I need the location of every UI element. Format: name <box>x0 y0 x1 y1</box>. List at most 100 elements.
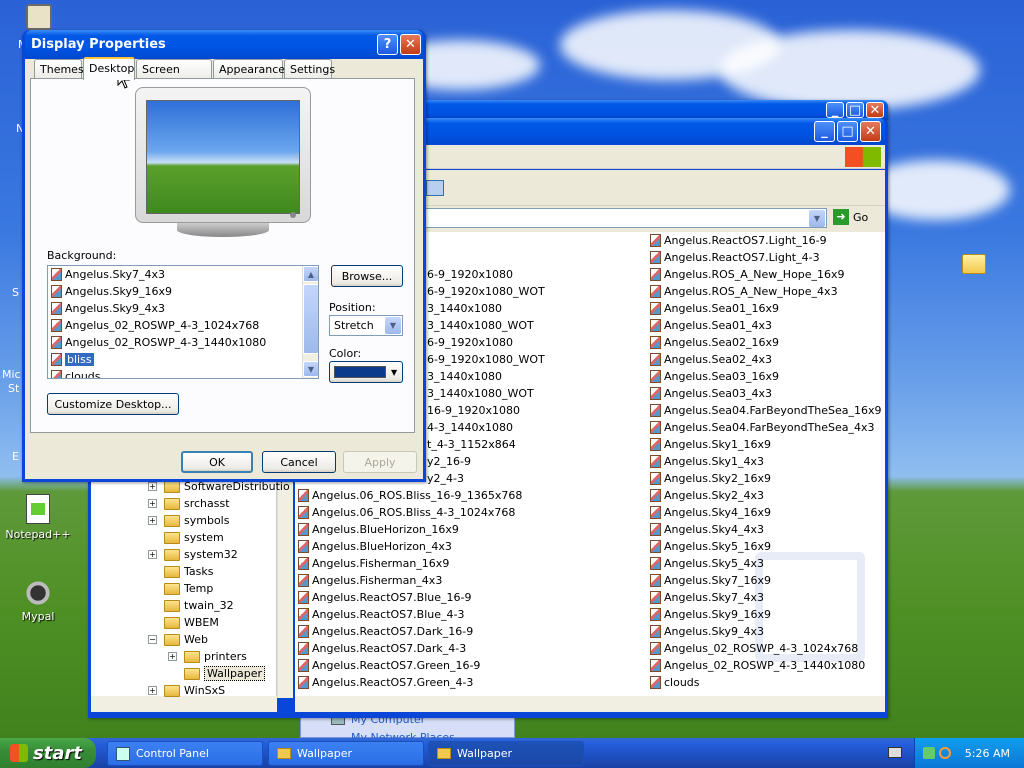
chevron-down-icon[interactable]: ▼ <box>385 317 401 334</box>
file-item[interactable]: Angelus.Sky1_4x3 <box>650 453 764 470</box>
file-item[interactable]: Angelus_02_ROSWP_4-3_1024x768 <box>650 640 858 657</box>
file-item[interactable]: Angelus.Sky7_16x9 <box>650 572 771 589</box>
desktop-icon-top[interactable] <box>26 4 52 30</box>
tab-themes[interactable]: Themes <box>34 59 84 79</box>
file-item[interactable]: Angelus.Sky7_4x3 <box>650 589 764 606</box>
tree-item[interactable]: Wallpaper <box>168 665 266 682</box>
close-icon[interactable]: ✕ <box>866 102 884 118</box>
background-list-item[interactable]: bliss <box>48 351 318 368</box>
file-item[interactable]: 4-3_1440x1080 <box>427 419 513 436</box>
expand-icon[interactable]: + <box>148 550 157 559</box>
help-icon[interactable]: ? <box>377 34 398 55</box>
tab-appearance[interactable]: Appearance <box>213 59 285 79</box>
file-item[interactable]: 3_1440x1080_WOT <box>427 317 534 334</box>
file-item[interactable]: Angelus.ReactOS7.Dark_4-3 <box>298 640 466 657</box>
background-list-item[interactable]: Angelus.Sky9_16x9 <box>48 283 318 300</box>
file-item[interactable]: 16-9_1920x1080 <box>427 402 520 419</box>
file-item[interactable]: 6-9_1920x1080 <box>427 334 513 351</box>
file-item[interactable]: Angelus.Sea03_4x3 <box>650 385 772 402</box>
minimize-icon[interactable]: _ <box>826 102 844 118</box>
file-item[interactable]: Angelus.ReactOS7.Green_16-9 <box>298 657 480 674</box>
chevron-up-icon[interactable]: ▲ <box>303 266 318 282</box>
file-item[interactable]: Angelus.Fisherman_4x3 <box>298 572 442 589</box>
ok-button[interactable]: OK <box>181 451 253 473</box>
file-item[interactable]: Angelus.Sky5_16x9 <box>650 538 771 555</box>
chevron-down-icon[interactable]: ▼ <box>303 361 318 377</box>
tree-item[interactable]: system <box>148 529 224 546</box>
expand-icon[interactable]: + <box>148 516 157 525</box>
tree-item[interactable]: + printers <box>168 648 247 665</box>
file-item[interactable]: Angelus.Sky2_16x9 <box>650 470 771 487</box>
browse-button[interactable]: Browse... <box>331 265 403 287</box>
customize-desktop-button[interactable]: Customize Desktop... <box>47 393 179 415</box>
file-item[interactable]: 3_1440x1080 <box>427 300 502 317</box>
file-item[interactable]: Angelus.Sky9_16x9 <box>650 606 771 623</box>
tree-item[interactable]: Tasks <box>148 563 213 580</box>
file-item[interactable]: Angelus.Sea02_4x3 <box>650 351 772 368</box>
file-item[interactable]: Angelus.Sky9_4x3 <box>650 623 764 640</box>
file-item[interactable]: 3_1440x1080_WOT <box>427 385 534 402</box>
tree-item[interactable]: − Web <box>148 631 208 648</box>
position-select[interactable]: Stretch ▼ <box>329 315 403 336</box>
file-item[interactable]: Angelus.Sky5_4x3 <box>650 555 764 572</box>
maximize-icon[interactable]: □ <box>846 102 864 118</box>
tree-item[interactable]: + srchasst <box>148 495 230 512</box>
file-item[interactable]: Angelus.Fisherman_16x9 <box>298 555 449 572</box>
background-list[interactable]: Angelus.Sky7_4x3 Angelus.Sky9_16x9 Angelus… <box>47 265 319 379</box>
scroll-thumb[interactable] <box>303 284 318 354</box>
files-hscrollbar[interactable] <box>295 696 885 712</box>
views-icon[interactable] <box>426 180 444 196</box>
tree-item[interactable]: WBEM <box>148 614 219 631</box>
file-item[interactable]: Angelus.Sky4_4x3 <box>650 521 764 538</box>
background-list-item[interactable]: Angelus.Sky9_4x3 <box>48 300 318 317</box>
cancel-button[interactable]: Cancel <box>262 451 336 473</box>
expand-icon[interactable]: + <box>168 652 177 661</box>
file-item[interactable]: Angelus.ROS_A_New_Hope_4x3 <box>650 283 838 300</box>
file-item[interactable]: Angelus.Sky1_16x9 <box>650 436 771 453</box>
file-item[interactable]: Angelus.ReactOS7.Dark_16-9 <box>298 623 473 640</box>
file-item[interactable]: Angelus.ReactOS7.Blue_16-9 <box>298 589 471 606</box>
file-item[interactable]: Angelus.BlueHorizon_16x9 <box>298 521 459 538</box>
maximize-icon[interactable]: □ <box>837 120 858 142</box>
file-item[interactable]: y2_16-9 <box>427 453 471 470</box>
tree-item[interactable]: twain_32 <box>148 597 234 614</box>
file-item[interactable]: Angelus.ReactOS7.Blue_4-3 <box>298 606 464 623</box>
tree-item[interactable]: + symbols <box>148 512 229 529</box>
file-item[interactable]: Angelus.06_ROS.Bliss_4-3_1024x768 <box>298 504 515 521</box>
file-item[interactable]: 6-9_1920x1080_WOT <box>427 283 545 300</box>
background-list-item[interactable]: clouds <box>48 368 318 378</box>
background-list-item[interactable]: Angelus_02_ROSWP_4-3_1440x1080 <box>48 334 318 351</box>
background-list-item[interactable]: Angelus.Sky7_4x3 <box>48 266 318 283</box>
close-icon[interactable]: ✕ <box>860 120 881 142</box>
desktop-icon-notepadpp[interactable]: Notepad++ <box>0 494 76 541</box>
tab-desktop[interactable]: Desktop <box>83 57 135 80</box>
file-item[interactable]: Angelus.Sea04.FarBeyondTheSea_16x9 <box>650 402 882 419</box>
tab-screen-saver[interactable]: Screen Saver <box>136 59 212 89</box>
desktop-icon-mypal[interactable]: Mypal <box>0 580 76 623</box>
keyboard-icon[interactable] <box>888 747 902 758</box>
tree-item[interactable]: Temp <box>148 580 213 597</box>
go-button[interactable]: ➜ Go <box>833 209 868 225</box>
taskbar-item-wallpaper[interactable]: Wallpaper <box>268 741 424 766</box>
search-icon[interactable] <box>938 747 951 759</box>
folder-desktop-icon[interactable] <box>962 254 986 274</box>
file-item[interactable]: Angelus.Sea03_16x9 <box>650 368 779 385</box>
file-item[interactable]: Angelus.ReactOS7.Light_16-9 <box>650 232 827 249</box>
minimize-icon[interactable]: _ <box>814 120 835 142</box>
file-item[interactable]: 6-9_1920x1080_WOT <box>427 351 545 368</box>
file-item[interactable]: Angelus.BlueHorizon_4x3 <box>298 538 452 555</box>
background-list-item[interactable]: Angelus_02_ROSWP_4-3_1024x768 <box>48 317 318 334</box>
expand-icon[interactable]: + <box>148 686 157 695</box>
file-item[interactable]: 6-9_1920x1080 <box>427 266 513 283</box>
expand-icon[interactable]: − <box>148 635 157 644</box>
expand-icon[interactable]: + <box>148 482 157 491</box>
file-item[interactable]: Angelus.Sky4_16x9 <box>650 504 771 521</box>
tree-item[interactable]: + WinSxS <box>148 682 225 699</box>
file-item[interactable]: Angelus.Sea02_16x9 <box>650 334 779 351</box>
file-item[interactable]: Angelus.06_ROS.Bliss_16-9_1365x768 <box>298 487 522 504</box>
file-item[interactable]: Angelus.Sea04.FarBeyondTheSea_4x3 <box>650 419 875 436</box>
list-scrollbar[interactable]: ▲ ▼ <box>302 266 318 378</box>
file-item[interactable]: Angelus.Sky2_4x3 <box>650 487 764 504</box>
network-icon[interactable] <box>922 747 935 759</box>
file-item[interactable]: clouds <box>650 674 700 691</box>
